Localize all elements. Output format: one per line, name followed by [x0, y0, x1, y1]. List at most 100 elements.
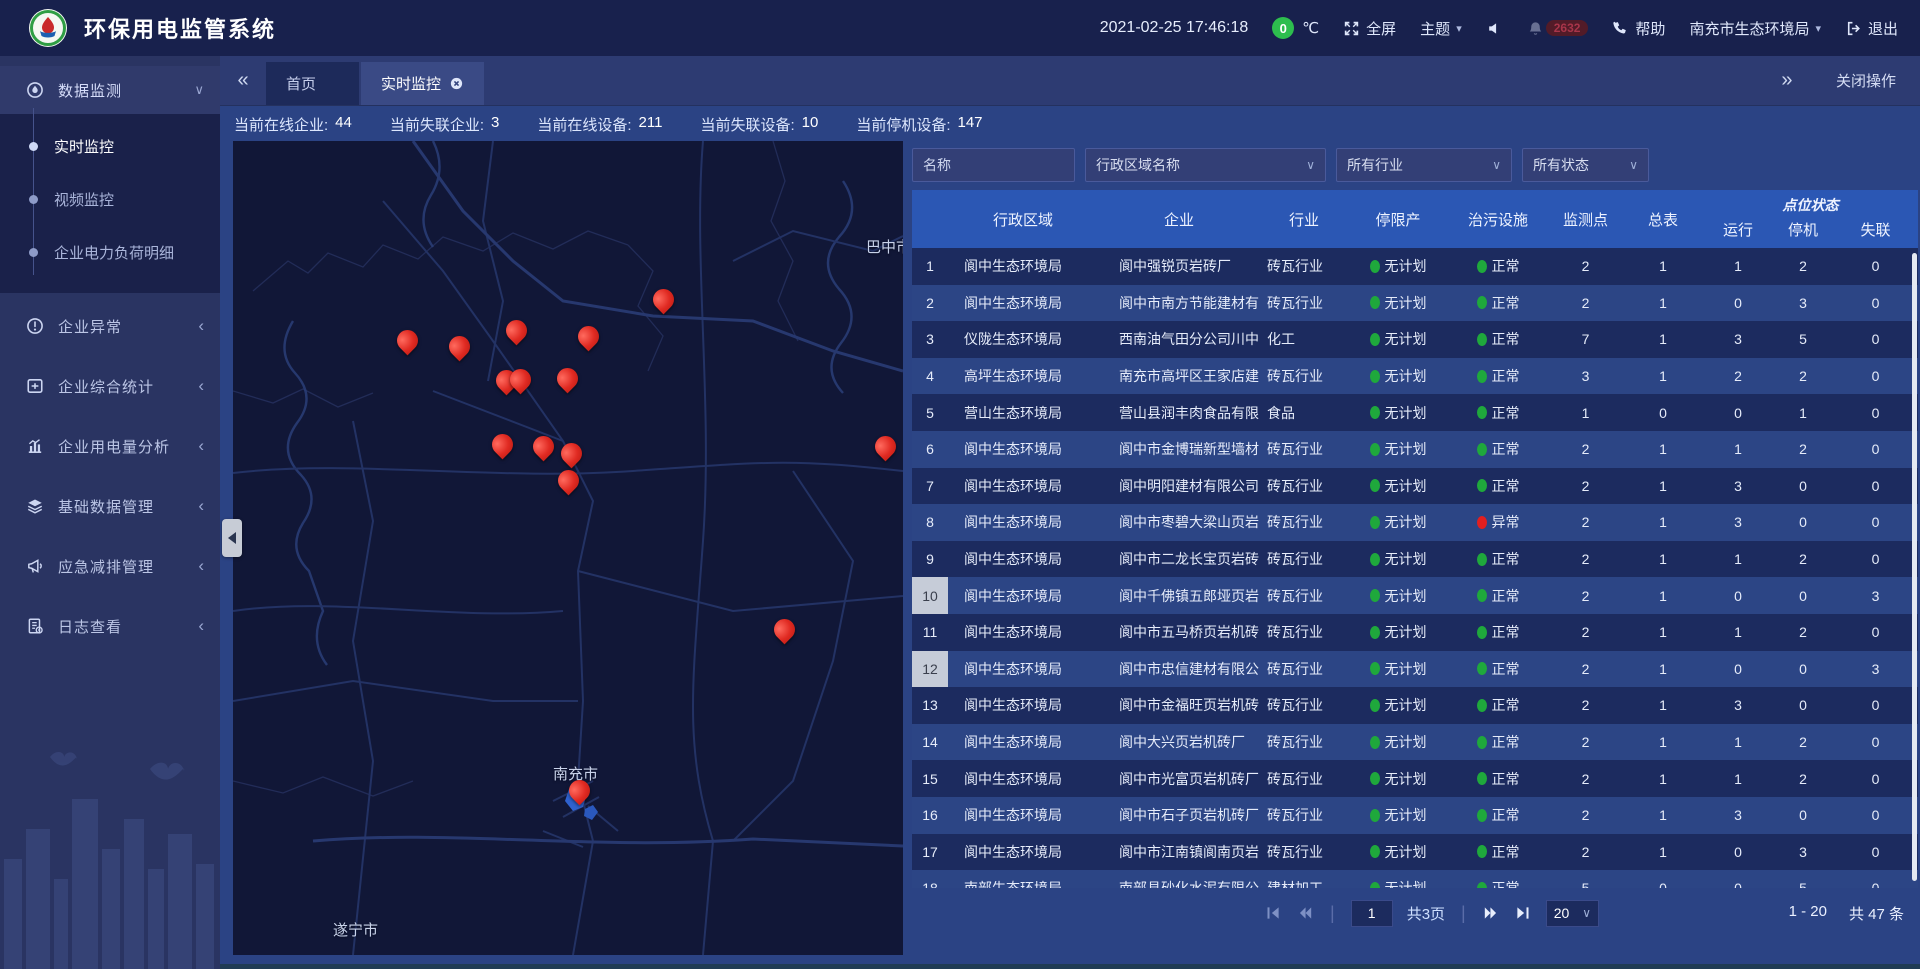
cell-limit: 无计划: [1385, 659, 1427, 679]
sidebar-item[interactable]: 企业用电量分析 ‹: [0, 419, 220, 473]
cell-points: 2: [1548, 624, 1623, 640]
sidebar-item-data-monitoring[interactable]: 数据监测 ∨: [0, 66, 220, 114]
column-subheader: 运行: [1703, 219, 1773, 248]
collapse-map-button[interactable]: [222, 519, 242, 557]
prev-page-button[interactable]: [1296, 904, 1314, 922]
limit-status-dot: [1370, 370, 1380, 383]
cell-facility: 异常: [1492, 512, 1520, 532]
row-number: 12: [912, 651, 948, 688]
status-item-label: 当前停机设备:: [856, 114, 950, 135]
page-number-input[interactable]: [1351, 900, 1393, 927]
table-scrollbar[interactable]: [1912, 253, 1917, 881]
table-row[interactable]: 2 阆中生态环境局 阆中市南方节能建材有 砖瓦行业 无计划 正常 2 1 0 3…: [912, 285, 1918, 322]
cell-region: 高坪生态环境局: [948, 366, 1098, 386]
cell-lost: 0: [1833, 880, 1918, 888]
tab-close-icon[interactable]: [449, 76, 464, 91]
cell-industry: 砖瓦行业: [1260, 439, 1348, 459]
tab[interactable]: 实时监控: [361, 62, 484, 105]
cell-region: 阆中生态环境局: [948, 732, 1098, 752]
total-pages-label: 共3页: [1407, 903, 1445, 924]
last-page-button[interactable]: [1514, 904, 1532, 922]
next-page-button[interactable]: [1482, 904, 1500, 922]
table-row[interactable]: 11 阆中生态环境局 阆中市五马桥页岩机砖 砖瓦行业 无计划 正常 2 1 1 …: [912, 614, 1918, 651]
cell-total: 1: [1623, 697, 1703, 713]
sidebar-subitem-label: 实时监控: [54, 136, 114, 157]
cell-total: 0: [1623, 405, 1703, 421]
table-row[interactable]: 7 阆中生态环境局 阆中明阳建材有限公司 砖瓦行业 无计划 正常 2 1 3 0…: [912, 468, 1918, 505]
cell-limit: 无计划: [1385, 842, 1427, 862]
sidebar-subitem[interactable]: 视频监控: [0, 173, 220, 226]
fullscreen-button[interactable]: 全屏: [1343, 18, 1396, 39]
cell-points: 2: [1548, 807, 1623, 823]
cell-limit: 无计划: [1385, 512, 1427, 532]
table-row[interactable]: 8 阆中生态环境局 阆中市枣碧大梁山页岩 砖瓦行业 无计划 异常 2 1 3 0…: [912, 504, 1918, 541]
row-number: 7: [912, 468, 948, 505]
name-filter-input[interactable]: [923, 157, 1064, 173]
region-filter-select[interactable]: 行政区域名称 ∨: [1085, 148, 1326, 182]
mute-button[interactable]: [1486, 20, 1503, 37]
table-row[interactable]: 1 阆中生态环境局 阆中强锐页岩砖厂 砖瓦行业 无计划 正常 2 1 1 2 0: [912, 248, 1918, 285]
table-row[interactable]: 6 阆中生态环境局 阆中市金博瑞新型墙材 砖瓦行业 无计划 正常 2 1 1 2…: [912, 431, 1918, 468]
column-group-header: 点位状态: [1703, 190, 1918, 219]
notification-count-badge: 2632: [1546, 20, 1589, 36]
table-row[interactable]: 15 阆中生态环境局 阆中市光富页岩机砖厂 砖瓦行业 无计划 正常 2 1 1 …: [912, 760, 1918, 797]
cell-points: 2: [1548, 258, 1623, 274]
org-menu[interactable]: 南充市生态环境局 ▾: [1689, 18, 1821, 39]
logout-button[interactable]: 退出: [1845, 18, 1898, 39]
status-item: 当前失联企业: 3: [390, 114, 500, 135]
table-row[interactable]: 3 仪陇生态环境局 西南油气田分公司川中 化工 无计划 正常 7 1 3 5 0: [912, 321, 1918, 358]
sidebar-item[interactable]: 企业综合统计 ‹: [0, 359, 220, 413]
table-row[interactable]: 13 阆中生态环境局 阆中市金福旺页岩机砖 砖瓦行业 无计划 正常 2 1 3 …: [912, 687, 1918, 724]
theme-menu[interactable]: 主题 ▾: [1420, 18, 1462, 39]
table-row[interactable]: 16 阆中生态环境局 阆中市石子页岩机砖厂 砖瓦行业 无计划 正常 2 1 3 …: [912, 797, 1918, 834]
facility-status-dot: [1477, 589, 1487, 602]
cell-points: 2: [1548, 295, 1623, 311]
first-page-button[interactable]: [1264, 904, 1282, 922]
table-row[interactable]: 10 阆中生态环境局 阆中千佛镇五郎垭页岩 砖瓦行业 无计划 正常 2 1 0 …: [912, 577, 1918, 614]
industry-filter-select[interactable]: 所有行业 ∨: [1336, 148, 1512, 182]
row-number: 18: [912, 870, 948, 888]
chevron-down-icon: ∨: [1306, 158, 1315, 172]
table-row[interactable]: 17 阆中生态环境局 阆中市江南镇阆南页岩 砖瓦行业 无计划 正常 2 1 0 …: [912, 834, 1918, 871]
limit-status-dot: [1370, 333, 1380, 346]
chevron-down-icon: ∨: [194, 82, 204, 98]
cell-facility: 正常: [1492, 476, 1520, 496]
status-item-label: 当前失联设备:: [700, 114, 794, 135]
tabs-scroll-right-icon[interactable]: »: [1764, 69, 1810, 92]
status-filter-select[interactable]: 所有状态 ∨: [1522, 148, 1649, 182]
table-row[interactable]: 5 营山生态环境局 营山县润丰肉食品有限 食品 无计划 正常 1 0 0 1 0: [912, 394, 1918, 431]
facility-status-dot: [1477, 809, 1487, 822]
help-button[interactable]: 帮助: [1612, 18, 1665, 39]
tab-close-icon[interactable]: [324, 76, 339, 91]
table-row[interactable]: 12 阆中生态环境局 阆中市忠信建材有限公 砖瓦行业 无计划 正常 2 1 0 …: [912, 651, 1918, 688]
table-row[interactable]: 4 高坪生态环境局 南充市高坪区王家店建 砖瓦行业 无计划 正常 3 1 2 2…: [912, 358, 1918, 395]
chevron-down-icon: ∨: [1629, 158, 1638, 172]
tabs-scroll-left-icon[interactable]: «: [220, 56, 266, 105]
sidebar-subitem[interactable]: 实时监控: [0, 120, 220, 173]
limit-status-dot: [1370, 260, 1380, 273]
close-operations-button[interactable]: 关闭操作: [1836, 70, 1896, 91]
cell-run: 1: [1703, 624, 1773, 640]
chevron-down-icon: ▾: [1815, 22, 1821, 35]
cell-facility: 正常: [1492, 769, 1520, 789]
sidebar-item[interactable]: 应急减排管理 ‹: [0, 539, 220, 593]
table-row[interactable]: 18 南部生态环境局 南部县砂化水泥有限公 建材加工 无计划 正常 5 0 0 …: [912, 870, 1918, 888]
sidebar-subitem-label: 企业电力负荷明细: [54, 242, 174, 263]
sidebar-item[interactable]: 企业异常 ‹: [0, 299, 220, 353]
sidebar-subitem-label: 视频监控: [54, 189, 114, 210]
sidebar-item[interactable]: 日志查看 ‹: [0, 599, 220, 653]
sidebar-item[interactable]: 基础数据管理 ‹: [0, 479, 220, 533]
cell-industry: 砖瓦行业: [1260, 695, 1348, 715]
page-size-select[interactable]: 20 ∨: [1546, 900, 1599, 927]
table-row[interactable]: 9 阆中生态环境局 阆中市二龙长宝页岩砖 砖瓦行业 无计划 正常 2 1 1 2…: [912, 541, 1918, 578]
sidebar-subitem[interactable]: 企业电力负荷明细: [0, 226, 220, 279]
facility-status-dot: [1477, 333, 1487, 346]
pagination-summary: 1 - 20 共 47 条: [1789, 903, 1918, 924]
cell-run: 3: [1703, 478, 1773, 494]
chevron-collapsed-icon: ‹: [198, 316, 204, 336]
tab[interactable]: 首页: [266, 62, 359, 105]
cell-industry: 砖瓦行业: [1260, 805, 1348, 825]
map-panel[interactable]: 巴中市南充市遂宁市: [233, 141, 903, 955]
notifications-button[interactable]: 2632: [1527, 20, 1589, 37]
table-row[interactable]: 14 阆中生态环境局 阆中大兴页岩机砖厂 砖瓦行业 无计划 正常 2 1 1 2…: [912, 724, 1918, 761]
